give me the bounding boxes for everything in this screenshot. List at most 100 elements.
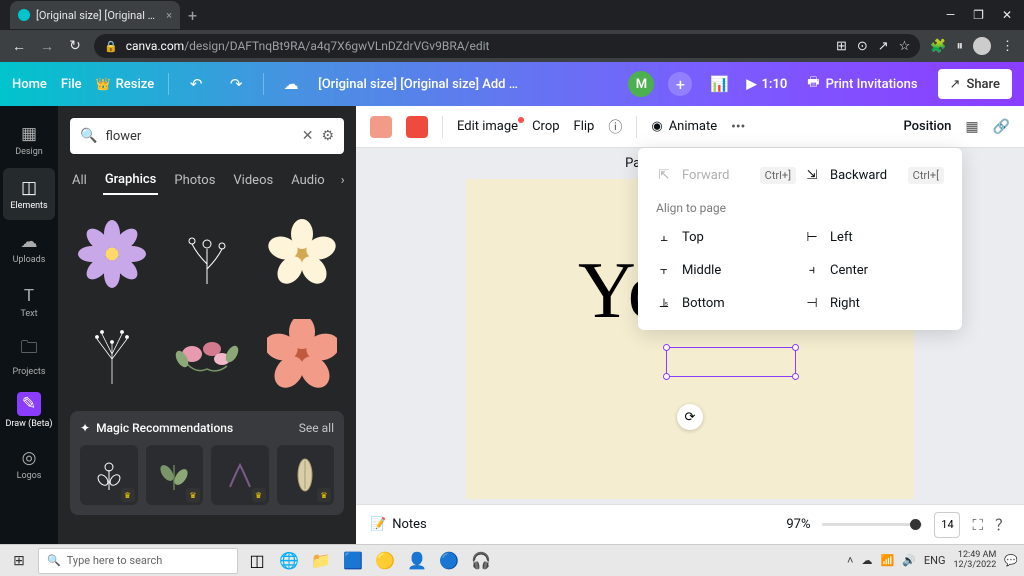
- zoom-slider[interactable]: [822, 523, 922, 526]
- rail-design[interactable]: ▦Design: [3, 114, 55, 166]
- menu-icon[interactable]: ⋮: [1001, 39, 1014, 54]
- share-button[interactable]: ↗Share: [938, 69, 1012, 99]
- tab-all[interactable]: All: [70, 167, 89, 194]
- close-icon[interactable]: ×: [166, 9, 172, 22]
- sync-icon[interactable]: ⟳: [677, 404, 703, 430]
- tabs-more-icon[interactable]: ›: [341, 173, 345, 188]
- profile-avatar[interactable]: [973, 37, 991, 55]
- back-icon[interactable]: ←: [10, 38, 28, 55]
- see-all-link[interactable]: See all: [299, 421, 334, 435]
- new-tab-button[interactable]: +: [188, 6, 197, 25]
- align-top[interactable]: ⫠Top: [652, 221, 800, 254]
- align-bottom[interactable]: ⫡Bottom: [652, 287, 800, 320]
- print-button[interactable]: 🖶Print Invitations: [801, 73, 923, 95]
- crop-button[interactable]: Crop: [532, 119, 559, 134]
- bookmark-icon[interactable]: ☆: [899, 39, 911, 54]
- info-icon[interactable]: ⓘ: [608, 117, 622, 137]
- redo-icon[interactable]: ↷: [223, 75, 249, 93]
- taskbar-app[interactable]: 🟦: [340, 548, 366, 574]
- element-thumb[interactable]: [165, 311, 250, 397]
- translate-icon[interactable]: ⊞: [836, 39, 847, 54]
- taskbar-app[interactable]: 🌐: [276, 548, 302, 574]
- tray-chevron-icon[interactable]: ˄: [847, 554, 853, 567]
- rail-uploads[interactable]: ☁Uploads: [3, 222, 55, 274]
- rail-projects[interactable]: 🗀Projects: [3, 330, 55, 382]
- align-left[interactable]: ⊢Left: [800, 221, 948, 254]
- reload-icon[interactable]: ↻: [66, 38, 84, 54]
- element-thumb[interactable]: [165, 211, 250, 297]
- share-url-icon[interactable]: ↗: [878, 39, 889, 54]
- help-icon[interactable]: ？: [995, 514, 1010, 535]
- address-bar[interactable]: 🔒 canva.com/design/DAFTnqBt9RA/a4q7X6gwV…: [94, 34, 920, 58]
- taskbar-app[interactable]: 📁: [308, 548, 334, 574]
- start-button[interactable]: ⊞: [6, 548, 32, 574]
- tray-icon[interactable]: ☁: [861, 554, 872, 567]
- color-swatch-2[interactable]: [406, 116, 428, 138]
- magic-thumb[interactable]: ♛: [146, 445, 204, 505]
- align-middle[interactable]: ⫟Middle: [652, 254, 800, 287]
- rail-elements[interactable]: ◫Elements: [3, 168, 55, 220]
- tab-videos[interactable]: Videos: [231, 167, 275, 194]
- wifi-icon[interactable]: 📶: [880, 554, 894, 567]
- notifications-icon[interactable]: 💬: [1004, 554, 1018, 567]
- link-icon[interactable]: 🔗: [993, 119, 1010, 135]
- home-button[interactable]: Home: [12, 77, 47, 92]
- resize-button[interactable]: 👑Resize: [96, 77, 155, 92]
- element-thumb[interactable]: [259, 311, 344, 397]
- user-avatar[interactable]: M: [628, 71, 654, 97]
- taskbar-app[interactable]: 🎧: [468, 548, 494, 574]
- more-icon[interactable]: •••: [731, 119, 745, 135]
- magic-thumb[interactable]: ♛: [80, 445, 138, 505]
- notes-button[interactable]: 📝Notes: [370, 517, 427, 532]
- rail-logos[interactable]: ◎Logos: [3, 438, 55, 490]
- filter-icon[interactable]: ⚙: [321, 128, 334, 144]
- magic-thumb[interactable]: ♛: [277, 445, 335, 505]
- forward-icon[interactable]: →: [38, 38, 56, 55]
- taskbar-app[interactable]: 👤: [404, 548, 430, 574]
- taskbar-app[interactable]: 🔵: [436, 548, 462, 574]
- browser-tab[interactable]: [Original size] [Original size] Add… ×: [10, 1, 180, 29]
- color-swatch-1[interactable]: [370, 116, 392, 138]
- tab-graphics[interactable]: Graphics: [103, 166, 159, 195]
- fullscreen-icon[interactable]: ⛶: [972, 516, 983, 534]
- maximize-icon[interactable]: ❐: [973, 8, 984, 22]
- element-thumb[interactable]: [70, 211, 155, 297]
- rail-draw[interactable]: ✎Draw (Beta): [3, 384, 55, 436]
- clock[interactable]: 12:49 AM12/3/2022: [953, 551, 996, 571]
- language-indicator[interactable]: ENG: [924, 554, 946, 567]
- search-elements[interactable]: 🔍 ✕ ⚙: [70, 118, 344, 154]
- doc-title[interactable]: [Original size] [Original size] Add a he…: [318, 77, 518, 92]
- extensions-icon[interactable]: 🧩: [930, 39, 946, 54]
- sync-icon[interactable]: ⏸: [957, 39, 964, 54]
- transparency-icon[interactable]: ▦: [965, 119, 978, 135]
- position-button[interactable]: Position: [903, 119, 951, 134]
- zoom-value[interactable]: 97%: [772, 517, 810, 532]
- zoom-icon[interactable]: ⊙: [857, 39, 868, 54]
- element-thumb[interactable]: [259, 211, 344, 297]
- clear-icon[interactable]: ✕: [302, 128, 314, 144]
- cloud-save-icon[interactable]: ☁: [278, 75, 304, 93]
- position-backward[interactable]: ⇲BackwardCtrl+[: [800, 158, 948, 193]
- taskbar-chrome[interactable]: 🟡: [372, 548, 398, 574]
- minimize-icon[interactable]: —: [946, 8, 955, 22]
- align-center[interactable]: ⫞Center: [800, 254, 948, 287]
- element-thumb[interactable]: [165, 529, 250, 544]
- search-input[interactable]: [105, 129, 293, 144]
- undo-icon[interactable]: ↶: [183, 75, 209, 93]
- volume-icon[interactable]: 🔊: [902, 554, 916, 567]
- magic-thumb[interactable]: ♛: [211, 445, 269, 505]
- element-thumb[interactable]: [259, 529, 344, 544]
- tab-photos[interactable]: Photos: [172, 167, 217, 194]
- element-thumb[interactable]: [70, 529, 155, 544]
- selection-box[interactable]: [666, 347, 796, 377]
- page-count[interactable]: 14: [934, 512, 960, 538]
- rail-text[interactable]: TText: [3, 276, 55, 328]
- element-thumb[interactable]: [70, 311, 155, 397]
- analytics-icon[interactable]: 📊: [706, 75, 732, 93]
- close-window-icon[interactable]: ✕: [1002, 8, 1012, 22]
- flip-button[interactable]: Flip: [574, 119, 595, 134]
- animate-button[interactable]: ◉Animate: [651, 119, 717, 134]
- edit-image-button[interactable]: Edit image: [457, 119, 518, 134]
- file-button[interactable]: File: [61, 77, 82, 92]
- task-view-icon[interactable]: ◫: [244, 548, 270, 574]
